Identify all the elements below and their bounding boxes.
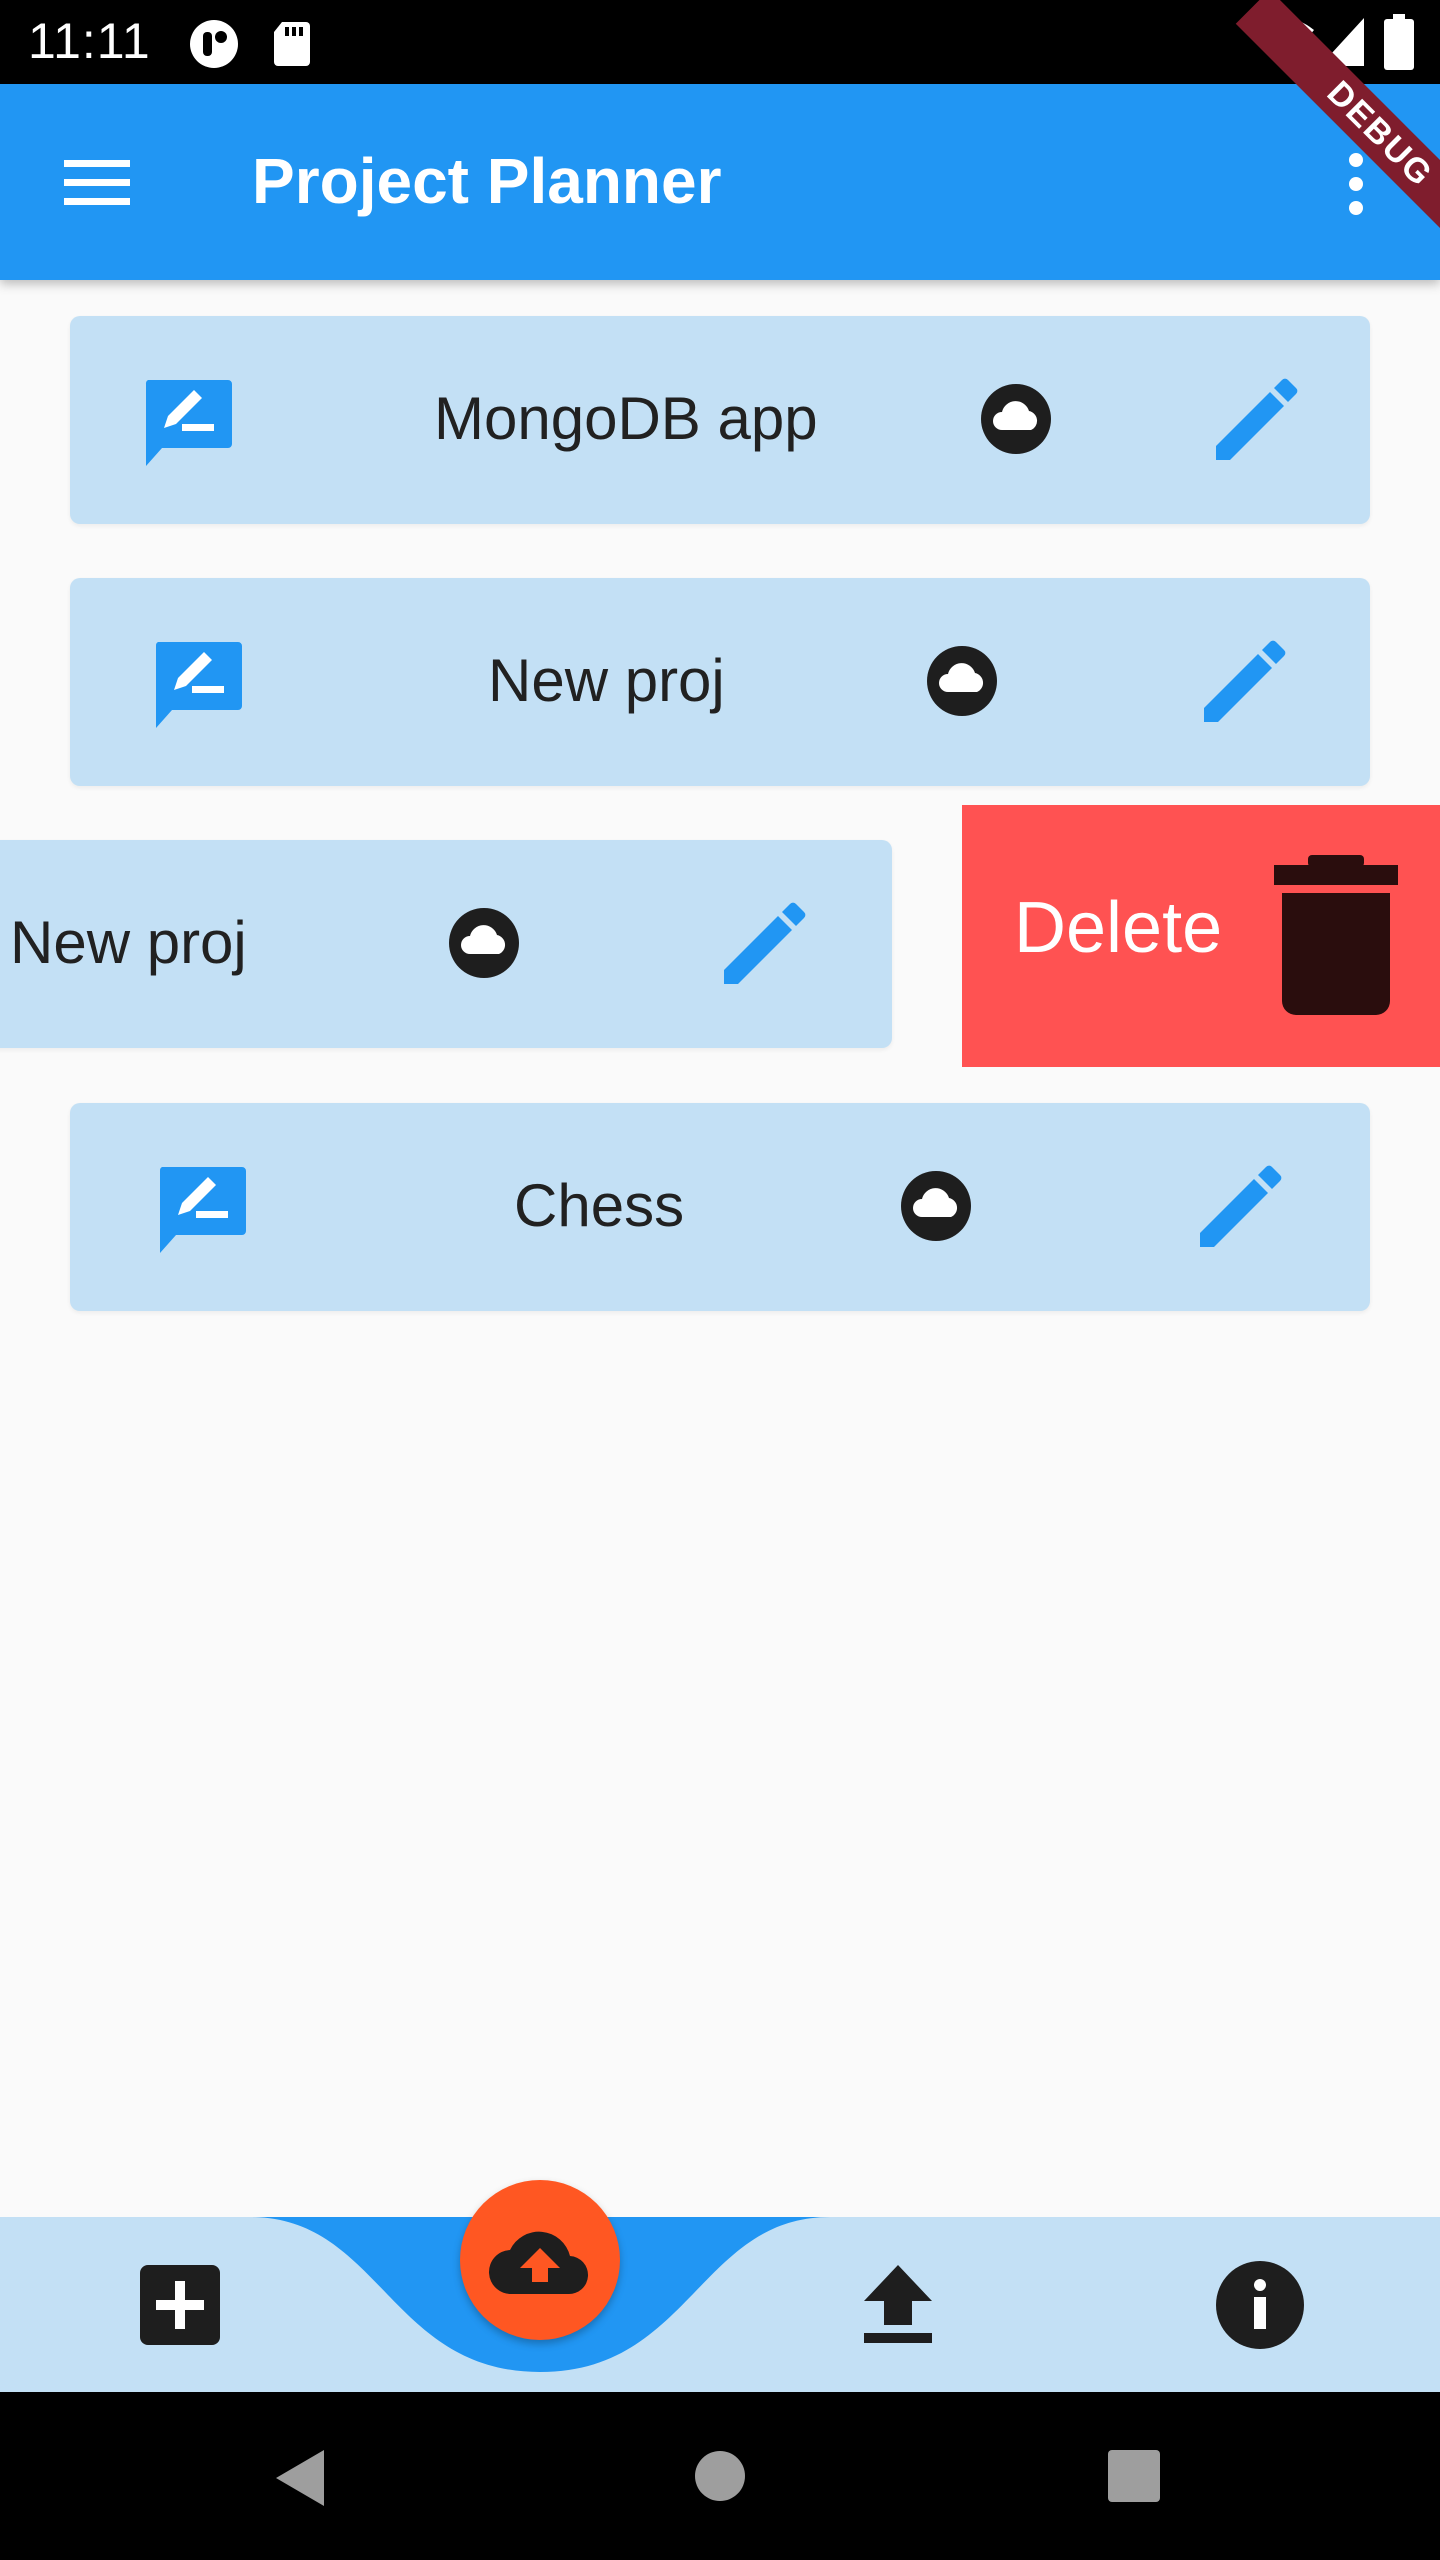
project-card-swiped[interactable]: New proj [0, 840, 892, 1048]
edit-pencil-icon[interactable] [1196, 1165, 1282, 1251]
system-nav-bar [0, 2392, 1440, 2560]
add-box-icon[interactable] [140, 2265, 220, 2345]
trash-icon [1274, 855, 1398, 1015]
cloud-upload-fab[interactable] [460, 2180, 620, 2340]
project-title: New proj [488, 647, 725, 714]
upload-icon[interactable] [860, 2265, 936, 2343]
delete-label: Delete [1014, 888, 1223, 968]
edit-pencil-icon[interactable] [1212, 378, 1298, 464]
delete-action[interactable]: Delete [962, 805, 1440, 1067]
edit-pencil-icon[interactable] [720, 902, 806, 988]
debug-banner: DEBUG [1140, 0, 1440, 300]
status-time: 11:11 [28, 13, 151, 69]
rate-review-icon [159, 1167, 246, 1253]
rate-review-icon [155, 642, 242, 728]
project-title: MongoDB app [434, 385, 818, 452]
project-title: Chess [514, 1172, 685, 1239]
page-title: Project Planner [252, 145, 722, 217]
home-icon[interactable] [694, 2450, 746, 2502]
cloud-circle-icon [449, 908, 519, 978]
back-icon[interactable] [272, 2448, 328, 2508]
sd-card-icon [274, 22, 310, 66]
cloud-circle-icon [981, 384, 1051, 454]
info-icon[interactable] [1216, 2261, 1304, 2349]
cloud-upload-icon [488, 2231, 589, 2295]
recents-icon[interactable] [1108, 2450, 1160, 2502]
edit-pencil-icon[interactable] [1200, 640, 1286, 726]
rate-review-icon [145, 380, 232, 466]
hamburger-menu-icon[interactable] [64, 158, 130, 206]
bottom-nav-bar [0, 2217, 1440, 2392]
project-card[interactable]: New proj [70, 578, 1370, 786]
project-card[interactable]: Chess [70, 1103, 1370, 1311]
cloud-circle-icon [927, 646, 997, 716]
debug-label: DEBUG [1235, 0, 1440, 279]
project-title: New proj [10, 909, 247, 976]
cloud-circle-icon [901, 1171, 971, 1241]
project-card[interactable]: MongoDB app [70, 316, 1370, 524]
tap-icon [190, 20, 238, 68]
